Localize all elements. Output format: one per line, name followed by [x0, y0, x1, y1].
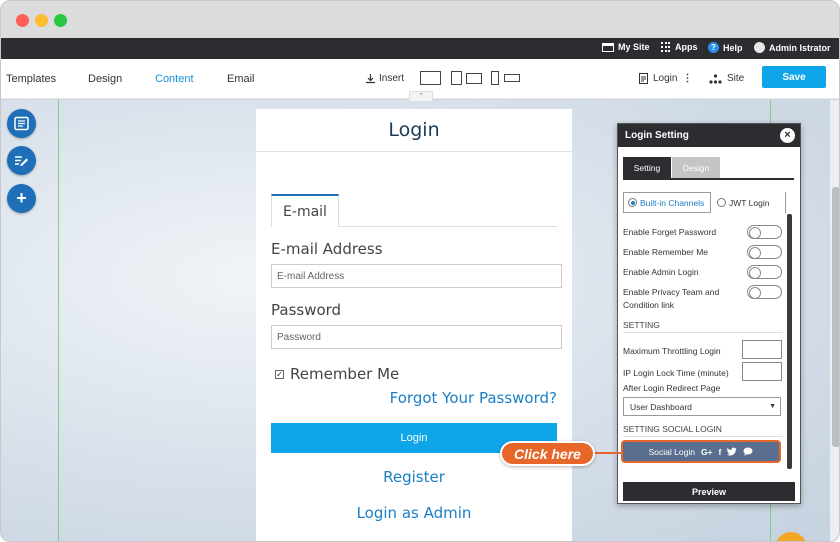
radio-icon [717, 198, 726, 207]
site-select[interactable]: Site [709, 73, 744, 84]
caret-down-icon: ▼ [769, 403, 776, 410]
page-select[interactable]: Login ⋮ [639, 73, 692, 84]
ip-lock-label: IP Login Lock Time (minute) [623, 368, 729, 378]
insert-button[interactable]: Insert [365, 73, 404, 84]
app-window: My Site Apps ? Help Admin Istrator Templ… [0, 0, 840, 542]
canvas-scrollbar-thumb[interactable] [832, 187, 839, 447]
tab-content[interactable]: Content [155, 73, 194, 85]
email-label: E-mail Address [271, 240, 383, 258]
admin-login-toggle[interactable] [747, 265, 782, 279]
divider [623, 332, 783, 333]
minimize-window-button[interactable] [35, 14, 48, 27]
click-here-callout: Click here [500, 441, 595, 466]
section-setting: SETTING [623, 320, 660, 330]
edit-list-icon[interactable] [7, 146, 36, 175]
login-title: Login [388, 119, 440, 141]
maximize-window-button[interactable] [54, 14, 67, 27]
redirect-page-select[interactable]: User Dashboard ▼ [623, 397, 781, 416]
tab-design-panel[interactable]: Design [672, 157, 720, 178]
panel-title: Login Setting [625, 130, 689, 141]
desktop-view-icon[interactable] [420, 71, 441, 85]
login-form-preview: Login E-mail E-mail Address E-mail Addre… [256, 109, 572, 541]
privacy-link-label: Enable Privacy Team and Condition link [623, 287, 720, 310]
close-window-button[interactable] [16, 14, 29, 27]
save-button[interactable]: Save [762, 66, 826, 88]
mobile-portrait-icon[interactable] [491, 71, 499, 85]
tab-design[interactable]: Design [88, 73, 122, 85]
more-vertical-icon: ⋮ [682, 73, 693, 84]
help-link[interactable]: ? Help [708, 42, 743, 53]
mobile-landscape-icon[interactable] [504, 74, 520, 82]
redirect-label: After Login Redirect Page [623, 383, 721, 393]
tab-email-login[interactable]: E-mail [271, 194, 339, 227]
preview-button[interactable]: Preview [623, 482, 795, 501]
tablet-landscape-icon[interactable] [466, 73, 482, 84]
collapse-toolbar-toggle[interactable]: ⌃ [409, 91, 433, 101]
ip-lock-input[interactable] [742, 362, 782, 381]
remember-me-label: Enable Remember Me [623, 247, 709, 257]
sitemap-icon [709, 73, 722, 84]
radio-selected-icon [628, 198, 637, 207]
admin-login-label: Enable Admin Login [623, 267, 699, 277]
panel-scrollbar[interactable] [787, 214, 792, 469]
grid-icon [661, 42, 671, 52]
jwt-login-radio[interactable]: JWT Login [714, 192, 786, 213]
avatar [754, 42, 765, 53]
top-navbar: My Site Apps ? Help Admin Istrator [1, 38, 839, 59]
privacy-link-toggle[interactable] [747, 285, 782, 299]
tab-setting[interactable]: Setting [623, 157, 671, 178]
browser-icon [602, 42, 614, 52]
password-field[interactable]: Password [271, 325, 562, 349]
max-throttling-input[interactable] [742, 340, 782, 359]
apps-link[interactable]: Apps [661, 42, 698, 52]
login-setting-panel: Login Setting × Setting Design Built-in … [617, 123, 801, 504]
add-element-button[interactable]: + [7, 184, 36, 213]
login-as-admin-link[interactable]: Login as Admin [256, 504, 572, 522]
social-login-button[interactable]: Social Login G+ f [623, 442, 779, 461]
tab-line [623, 178, 794, 180]
forget-password-label: Enable Forget Password [623, 227, 717, 237]
tab-templates[interactable]: Templates [6, 73, 56, 85]
facebook-icon: f [718, 446, 722, 457]
twitter-icon [727, 447, 737, 456]
chat-icon [743, 447, 753, 456]
document-icon [639, 73, 648, 84]
remember-me-toggle[interactable] [747, 245, 782, 259]
register-link[interactable]: Register [256, 468, 572, 486]
forget-password-toggle[interactable] [747, 225, 782, 239]
divider [623, 436, 783, 437]
checkbox-checked-icon[interactable]: ✓ [275, 369, 284, 379]
tablet-portrait-icon[interactable] [451, 71, 462, 85]
email-field[interactable]: E-mail Address [271, 264, 562, 288]
panel-header: Login Setting × [618, 124, 800, 147]
tab-underline [339, 226, 557, 227]
help-icon: ? [708, 42, 719, 53]
guide-line-left [58, 100, 59, 541]
download-icon [366, 74, 375, 84]
google-plus-icon: G+ [700, 446, 713, 457]
callout-connector [593, 452, 623, 454]
user-menu[interactable]: Admin Istrator [754, 42, 831, 53]
divider [256, 151, 572, 152]
tab-email[interactable]: Email [227, 73, 255, 85]
layout-icon[interactable] [7, 109, 36, 138]
max-throttling-label: Maximum Throttling Login [623, 346, 721, 356]
password-label: Password [271, 301, 342, 319]
window-titlebar [1, 1, 839, 38]
built-in-channels-radio[interactable]: Built-in Channels [623, 192, 711, 213]
section-social-login: SETTING SOCIAL LOGIN [623, 424, 722, 434]
my-site-link[interactable]: My Site [602, 42, 650, 52]
forgot-password-link[interactable]: Forgot Your Password? [390, 389, 557, 407]
close-icon[interactable]: × [780, 128, 795, 143]
remember-me-checkbox[interactable]: ✓ Remember Me [275, 365, 399, 383]
